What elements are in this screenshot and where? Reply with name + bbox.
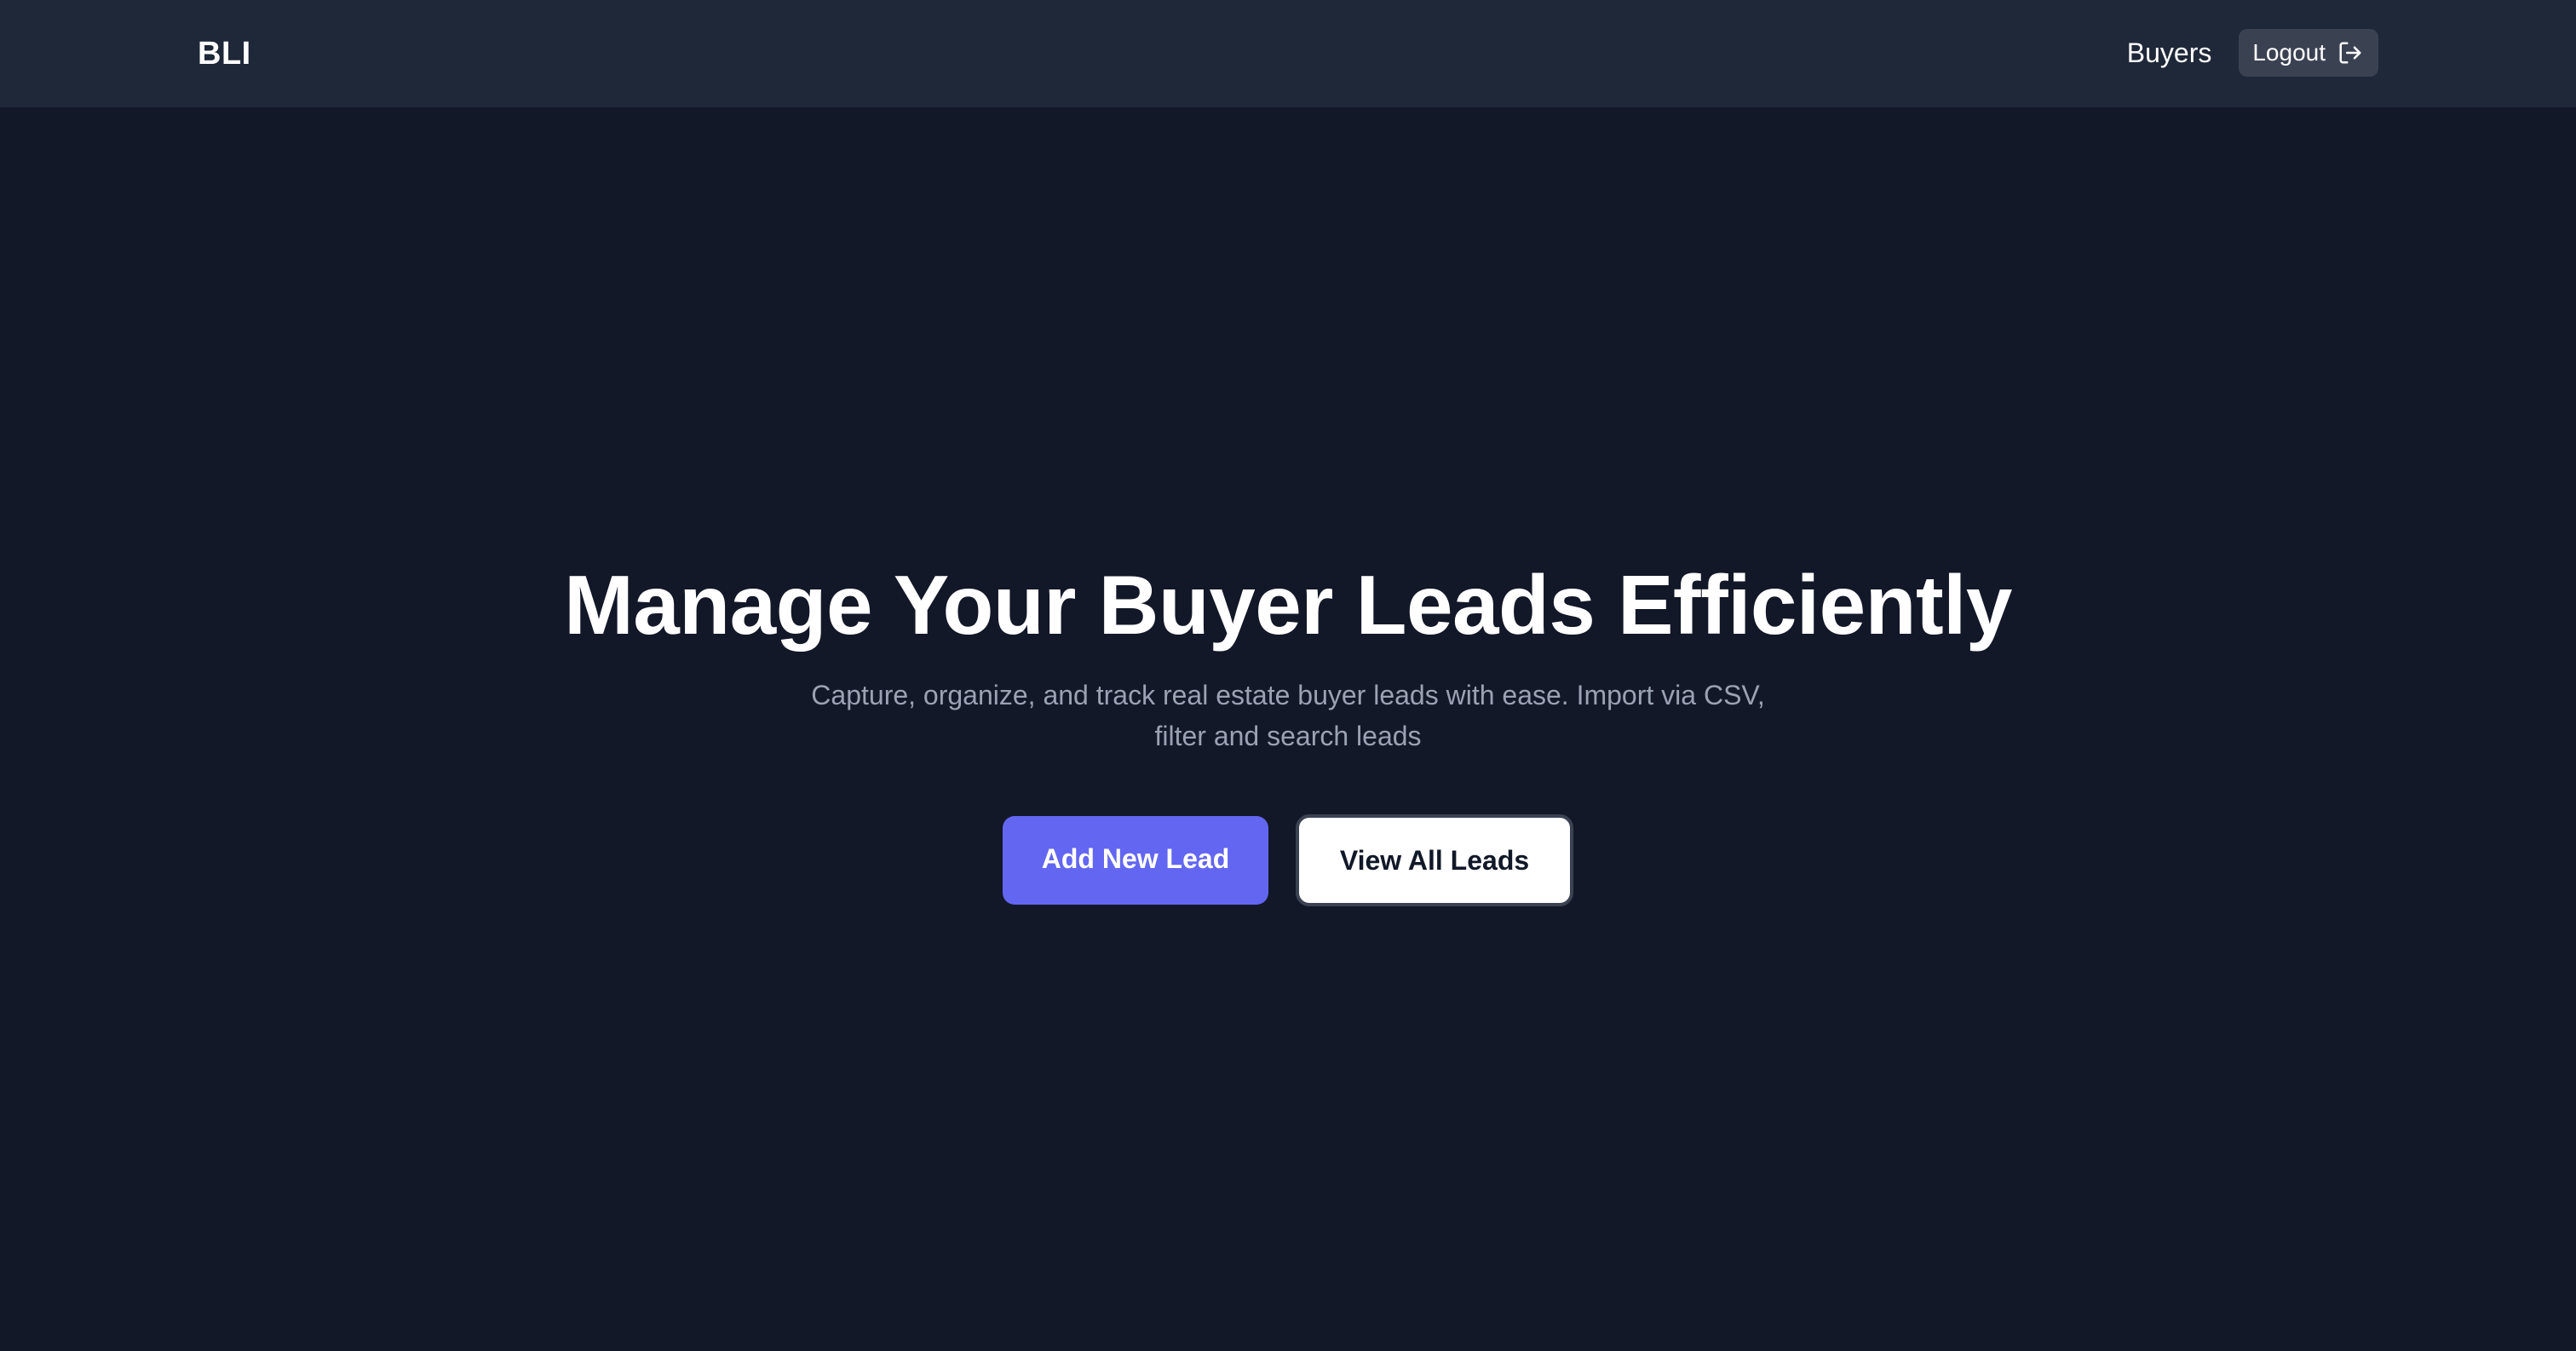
logout-button[interactable]: Logout (2239, 29, 2378, 77)
view-all-leads-button[interactable]: View All Leads (1296, 814, 1573, 906)
nav-actions: Buyers Logout (2127, 29, 2378, 77)
hero-actions: Add New Lead View All Leads (0, 814, 2576, 906)
nav-link-buyers[interactable]: Buyers (2127, 29, 2212, 77)
brand-logo[interactable]: BLI (198, 31, 251, 77)
top-navbar: BLI Buyers Logout (0, 0, 2576, 107)
logout-icon (2337, 40, 2363, 66)
hero-section: Manage Your Buyer Leads Efficiently Capt… (0, 545, 2576, 906)
hero-title: Manage Your Buyer Leads Efficiently (564, 558, 2012, 652)
add-new-lead-button[interactable]: Add New Lead (1003, 816, 1268, 905)
logout-button-label: Logout (2252, 39, 2326, 66)
hero-subtitle: Capture, organize, and track real estate… (811, 680, 1765, 751)
